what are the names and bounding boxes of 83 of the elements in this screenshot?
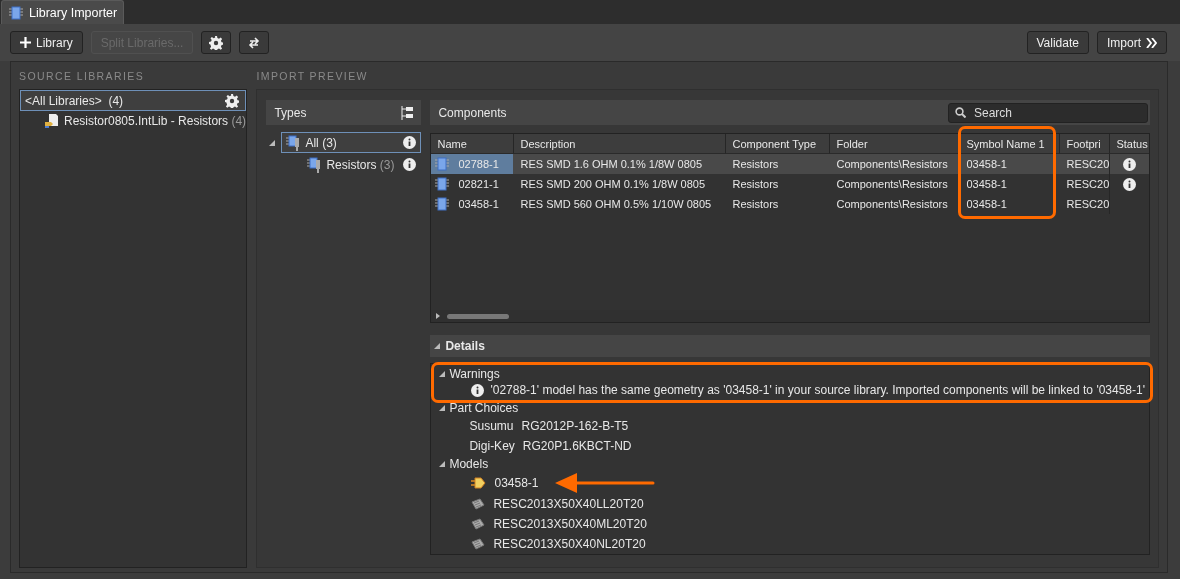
table-cell: Components\Resistors — [829, 154, 960, 174]
hierarchy-icon[interactable] — [401, 105, 414, 120]
validate-button[interactable]: Validate — [1026, 31, 1089, 54]
component-icon — [434, 197, 451, 211]
column-header[interactable]: Description — [513, 134, 726, 154]
supplier-name: Digi-Key — [469, 439, 515, 453]
footprint-model-icon — [471, 538, 486, 550]
table-cell-text: RES SMD 560 OHM 0.5% 1/10W 0805 — [519, 197, 713, 212]
table-cell-text: RESC20 — [1065, 177, 1110, 192]
caret-icon[interactable] — [439, 405, 446, 411]
components-header: Components Search — [430, 100, 1150, 125]
supplier-name: Susumu — [469, 419, 514, 433]
table-cell-text: RES SMD 200 OHM 0.1% 1/8W 0805 — [519, 177, 707, 192]
search-input[interactable]: Search — [972, 104, 1132, 121]
part-number: RG20P1.6KBCT-ND — [522, 439, 632, 453]
component-type-icon — [286, 134, 302, 151]
type-item[interactable]: All (3) — [281, 132, 422, 153]
column-header[interactable]: Component Type — [725, 134, 830, 154]
search-icon — [955, 107, 966, 118]
part-number: RG2012P-162-B-T5 — [521, 419, 629, 433]
caret-icon[interactable] — [439, 371, 446, 377]
component-icon — [434, 157, 451, 171]
types-header: Types — [266, 100, 422, 125]
table-cell-text: Resistors — [731, 197, 780, 212]
table-cell: 03458-1 — [959, 154, 1060, 174]
table-cell: Resistors — [725, 154, 830, 174]
section-title[interactable]: Part Choices — [449, 401, 519, 415]
info-icon — [403, 158, 417, 171]
sync-icon — [248, 35, 261, 50]
add-library-button[interactable]: Library — [10, 31, 83, 54]
caret-icon[interactable] — [434, 343, 441, 349]
details-header[interactable]: Details — [430, 335, 1150, 357]
table-cell[interactable]: 03458-1 — [431, 194, 514, 214]
caret-icon[interactable] — [439, 461, 446, 467]
footprint-model-icon — [471, 518, 486, 530]
import-button[interactable]: Import — [1097, 31, 1167, 54]
library-file-icon — [44, 113, 60, 129]
gear-icon — [225, 93, 240, 108]
table-cell-text: 03458-1 — [965, 197, 1008, 212]
model-name[interactable]: RESC2013X50X40LL20T20 — [493, 497, 644, 511]
search-field[interactable]: Search — [948, 102, 1148, 123]
model-name[interactable]: RESC2013X50X40ML20T20 — [493, 517, 647, 531]
table-cell[interactable]: 02788-1 — [431, 154, 514, 174]
column-header[interactable]: Folder — [829, 134, 960, 154]
column-header[interactable]: Name — [431, 134, 514, 154]
column-header[interactable]: Symbol Name 1 — [959, 134, 1060, 154]
type-item[interactable]: Resistors (3) — [302, 154, 422, 175]
section-heading: IMPORT PREVIEW — [256, 68, 369, 84]
info-icon — [1123, 157, 1137, 171]
sync-button[interactable] — [239, 31, 270, 54]
column-header[interactable]: Footpri — [1059, 134, 1110, 154]
settings-button[interactable] — [201, 31, 232, 54]
plus-icon — [20, 37, 31, 48]
footprint-model-icon — [471, 498, 486, 510]
caret-icon[interactable] — [435, 313, 442, 319]
section-title[interactable]: Warnings — [449, 367, 500, 381]
gear-icon — [209, 35, 224, 50]
table-cell-text: RESC20 — [1065, 197, 1110, 212]
warning-message: '02788-1' model has the same geometry as '03458-1' in your source library. Imported components will be linked to '03458-1' — [490, 383, 1145, 397]
info-icon — [403, 136, 417, 149]
caret-icon[interactable] — [269, 139, 276, 146]
component-icon — [434, 177, 451, 191]
info-icon — [1123, 177, 1137, 191]
section-title[interactable]: Models — [449, 457, 489, 471]
library-item[interactable]: <All Libraries> (4) — [20, 90, 247, 111]
window-tab[interactable]: Library Importer — [1, 0, 125, 24]
info-icon — [471, 383, 485, 397]
model-name[interactable]: 03458-1 — [494, 476, 539, 490]
component-type-icon — [307, 156, 323, 173]
table-cell: RES SMD 1.6 OHM 0.1% 1/8W 0805 — [513, 154, 726, 174]
model-name[interactable]: RESC2013X50X40NL20T20 — [493, 537, 646, 551]
section-heading: SOURCE LIBRARIES — [19, 68, 146, 84]
table-cell-text: 03458-1 — [965, 177, 1008, 192]
table-cell-text: Components\Resistors — [835, 197, 949, 212]
table-cell-text: Components\Resistors — [835, 177, 949, 192]
component-icon — [8, 5, 24, 20]
column-header[interactable]: Status — [1109, 134, 1149, 154]
table-cell[interactable]: 02821-1 — [431, 174, 514, 194]
double-chevron-icon — [1146, 37, 1157, 48]
symbol-model-icon — [471, 477, 487, 489]
library-item[interactable]: Resistor0805.IntLib - Resistors (4) — [20, 111, 247, 131]
table-cell-text: Resistors — [731, 177, 780, 192]
table-cell: RESC20 — [1059, 154, 1110, 174]
